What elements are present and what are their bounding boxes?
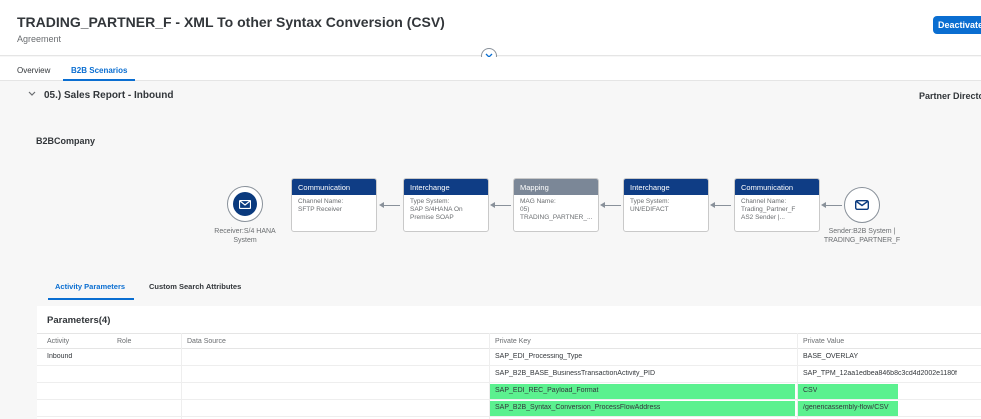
- flow-arrow: [600, 202, 621, 208]
- chevron-down-icon[interactable]: [28, 91, 36, 97]
- sender-node[interactable]: [844, 187, 880, 223]
- receiver-node[interactable]: [227, 186, 263, 222]
- interchange-receiver-card[interactable]: Interchange Type System: SAP S/4HANA On Pr…: [403, 178, 489, 232]
- tab-b2b-scenarios[interactable]: B2B Scenarios: [71, 66, 127, 75]
- parameters-title: Parameters(4): [47, 315, 111, 326]
- table-row[interactable]: SAP_B2B_Syntax_Conversion_ProcessFlowAdd…: [37, 400, 981, 417]
- scenario-title: 05.) Sales Report - Inbound: [44, 90, 174, 101]
- column-header: Private Value: [803, 338, 845, 345]
- tab-bar: Overview B2B Scenarios: [0, 57, 981, 81]
- active-tab-indicator: [63, 79, 135, 81]
- table-row[interactable]: SAP_B2B_BASE_BusinessTransactionActivity…: [37, 366, 981, 383]
- interchange-sender-card[interactable]: Interchange Type System: UN/EDIFACT: [623, 178, 709, 232]
- column-header: Data Source: [187, 338, 226, 345]
- communication-receiver-card[interactable]: Communication Channel Name: SFTP Receiver: [291, 178, 377, 232]
- table-row[interactable]: SAP_EDI_REC_Payload_Format CSV: [37, 383, 981, 400]
- column-divider: [489, 333, 490, 419]
- column-header: Activity: [47, 338, 70, 345]
- flow-arrow: [821, 202, 842, 208]
- flow-arrow: [710, 202, 731, 208]
- scenario-section-header[interactable]: 05.) Sales Report - Inbound Partner Dire…: [0, 82, 981, 108]
- page-title: TRADING_PARTNER_F - XML To other Syntax …: [17, 14, 445, 30]
- tab-custom-search-attributes[interactable]: Custom Search Attributes: [149, 282, 241, 291]
- communication-sender-card[interactable]: Communication Channel Name: Trading_Partn…: [734, 178, 820, 232]
- deactivate-button[interactable]: Deactivate: [933, 16, 981, 34]
- receiver-caption: Receiver:S/4 HANA System: [214, 228, 276, 244]
- envelope-icon: [855, 200, 869, 210]
- flow-arrow: [490, 202, 511, 208]
- parameters-table: Parameters(4) Activity Role Data Source …: [37, 306, 981, 419]
- tab-activity-parameters[interactable]: Activity Parameters: [55, 282, 125, 291]
- table-header: Activity Role Data Source Private Key Pr…: [37, 333, 981, 349]
- tab-overview[interactable]: Overview: [17, 66, 50, 75]
- mapping-card[interactable]: Mapping MAG Name: 05) TRADING_PARTNER_...: [513, 178, 599, 232]
- page-subtitle: Agreement: [17, 34, 62, 44]
- envelope-icon: [233, 192, 257, 216]
- column-divider: [181, 333, 182, 419]
- table-row[interactable]: Inbound SAP_EDI_Processing_Type BASE_OVE…: [37, 349, 981, 366]
- active-subtab-indicator: [48, 298, 134, 300]
- company-name: B2BCompany: [36, 136, 96, 146]
- column-header: Private Key: [495, 338, 531, 345]
- column-header: Role: [117, 338, 132, 345]
- column-divider: [797, 333, 798, 419]
- partner-directory-link[interactable]: Partner Directo: [919, 91, 981, 101]
- sender-caption: Sender:B2B System | TRADING_PARTNER_F: [823, 228, 901, 244]
- flow-arrow: [379, 202, 400, 208]
- parameter-tab-bar: Activity Parameters Custom Search Attrib…: [0, 270, 981, 300]
